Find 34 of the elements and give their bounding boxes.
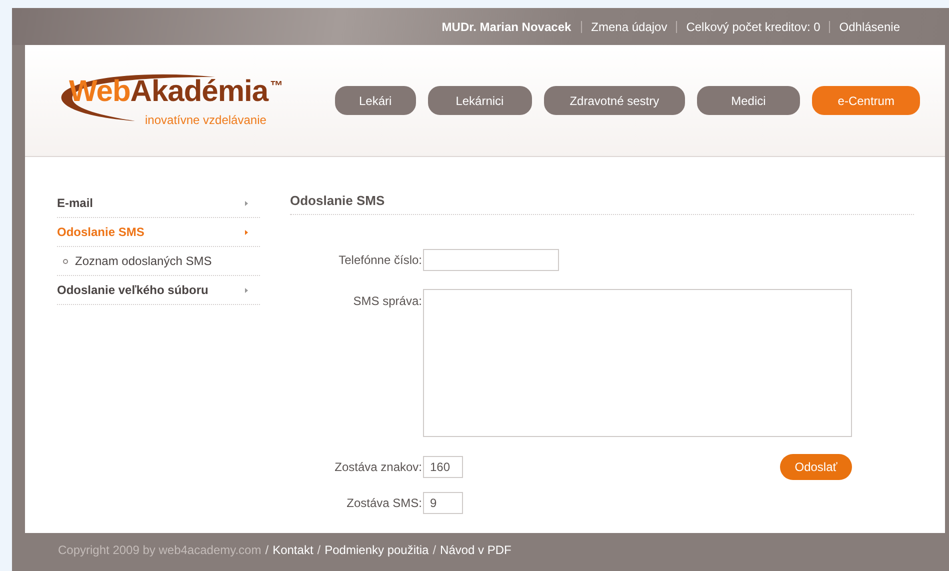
nav-tab[interactable]: Zdravotné sestry (544, 86, 686, 115)
footer-link[interactable]: Podmienky použitia (324, 541, 429, 559)
footer-link[interactable]: Návod v PDF (440, 541, 512, 559)
top-link[interactable]: Odhlásenie (829, 20, 909, 32)
field-label: Telefónne číslo: (338, 252, 422, 269)
user-name: MUDr. Marian Novacek (442, 18, 572, 36)
sms-left-field[interactable]: 9 (423, 492, 463, 514)
phone-field[interactable] (423, 249, 559, 271)
bullet-icon (63, 258, 68, 264)
sidebar-subitem[interactable]: Zoznam odoslaných SMS (57, 247, 260, 276)
send-button[interactable]: Odoslať (780, 454, 852, 480)
sidebar-item[interactable]: Odoslanie veľkého súboru (57, 276, 260, 305)
nav-tab[interactable]: e-Centrum (812, 86, 920, 115)
nav-tab[interactable]: Medici (697, 86, 800, 115)
chars-left-field[interactable]: 160 (423, 456, 463, 478)
arrow-icon (245, 230, 248, 234)
top-link[interactable]: Celkový počet kreditov: 0 (676, 20, 830, 32)
copyright-text: Copyright 2009 by web4academy.com (58, 542, 262, 559)
nav-tab[interactable]: Lekárnici (428, 86, 532, 115)
top-link[interactable]: Zmena údajov (581, 20, 676, 32)
nav-tab[interactable]: Lekári (335, 86, 416, 115)
arrow-icon (245, 200, 248, 206)
page-title: Odoslanie SMS (290, 193, 385, 208)
separator: / (264, 542, 270, 559)
field-label: Zostáva znakov: (334, 459, 422, 476)
field-label: SMS správa: (352, 293, 422, 310)
separator: / (316, 542, 322, 559)
arrow-icon (245, 288, 248, 292)
footer-link[interactable]: Kontakt (272, 541, 314, 559)
field-label: Zostáva SMS: (346, 495, 422, 512)
sidebar-item[interactable]: Odoslanie SMS (57, 218, 260, 247)
sidebar-item[interactable]: E-mail (57, 189, 260, 218)
message-field[interactable] (423, 289, 852, 437)
separator: / (432, 542, 438, 559)
